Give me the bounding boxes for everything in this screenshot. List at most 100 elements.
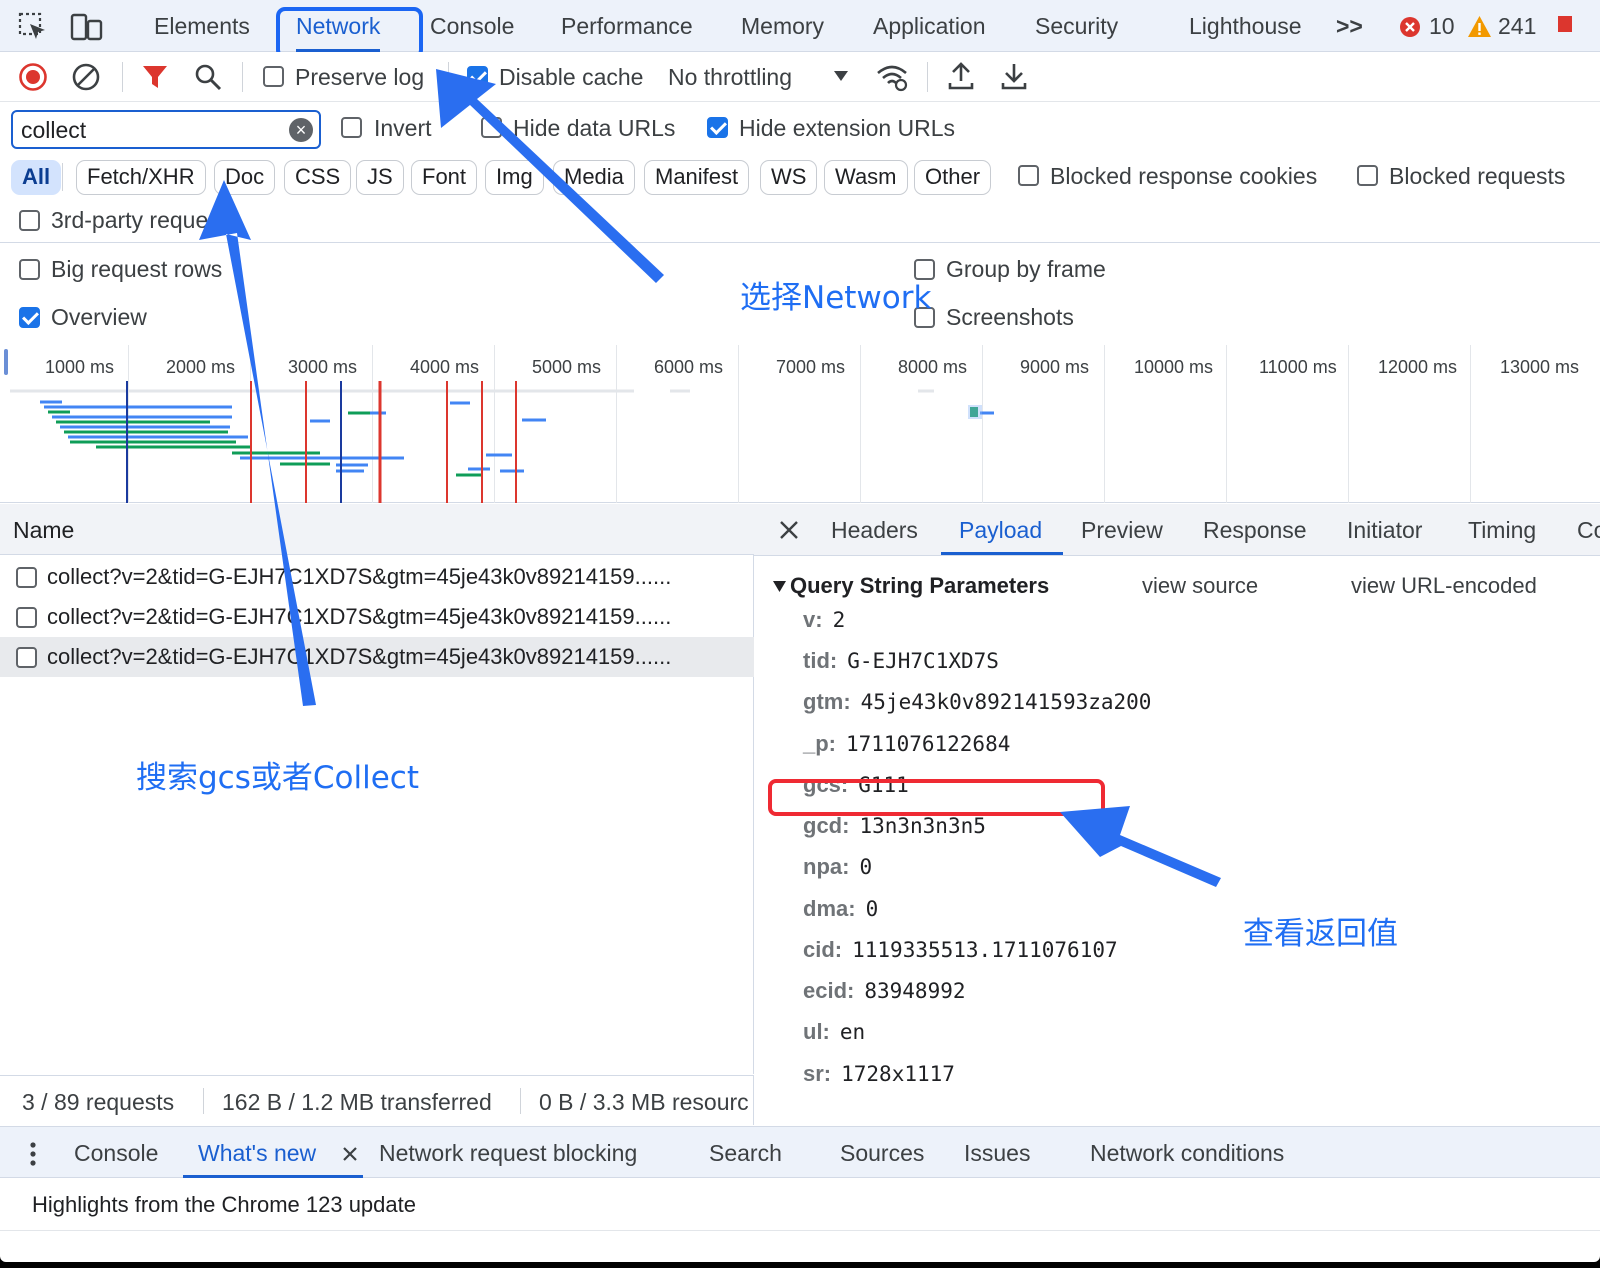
- export-har-icon[interactable]: [1000, 61, 1028, 91]
- request-name[interactable]: collect?v=2&tid=G-EJH7C1XD7S&gtm=45je43k…: [47, 564, 737, 590]
- tab-lighthouse[interactable]: Lighthouse: [1189, 0, 1302, 52]
- view-url-encoded-link[interactable]: view URL-encoded: [1351, 573, 1537, 599]
- warning-count[interactable]: 241: [1498, 0, 1536, 52]
- view-source-link[interactable]: view source: [1142, 573, 1258, 599]
- overview-label[interactable]: Overview: [51, 304, 147, 331]
- issue-flag-icon[interactable]: [1558, 16, 1572, 38]
- table-row[interactable]: collect?v=2&tid=G-EJH7C1XD7S&gtm=45je43k…: [0, 597, 754, 637]
- big-request-rows-checkbox[interactable]: [19, 259, 40, 280]
- close-drawer-tab-icon[interactable]: [342, 1146, 358, 1162]
- blocked-requests-checkbox[interactable]: [1357, 165, 1378, 186]
- tab-memory[interactable]: Memory: [741, 0, 824, 52]
- type-filter-js[interactable]: JS: [356, 160, 404, 195]
- tab-headers[interactable]: Headers: [831, 517, 918, 544]
- drawer-tab-console[interactable]: Console: [74, 1140, 158, 1167]
- row-checkbox[interactable]: [16, 607, 37, 628]
- overview-checkbox[interactable]: [19, 307, 40, 328]
- tab-initiator[interactable]: Initiator: [1347, 517, 1422, 544]
- tab-preview[interactable]: Preview: [1081, 517, 1163, 544]
- tab-elements[interactable]: Elements: [154, 0, 250, 52]
- table-row[interactable]: collect?v=2&tid=G-EJH7C1XD7S&gtm=45je43k…: [0, 637, 754, 677]
- hide-extension-urls-label[interactable]: Hide extension URLs: [739, 115, 955, 142]
- type-filter-wasm[interactable]: Wasm: [824, 160, 908, 195]
- tab-timing[interactable]: Timing: [1468, 517, 1536, 544]
- preserve-log-checkbox[interactable]: [263, 66, 284, 87]
- type-filter-fetch-xhr[interactable]: Fetch/XHR: [76, 160, 206, 195]
- chevron-down-icon[interactable]: [833, 70, 849, 82]
- more-tabs-button[interactable]: >>: [1336, 0, 1363, 52]
- disable-cache-label[interactable]: Disable cache: [499, 64, 643, 91]
- type-filter-media[interactable]: Media: [553, 160, 635, 195]
- drawer-tab-sources[interactable]: Sources: [840, 1140, 924, 1167]
- tab-response[interactable]: Response: [1203, 517, 1307, 544]
- blocked-response-cookies-checkbox[interactable]: [1018, 165, 1039, 186]
- preserve-log-label[interactable]: Preserve log: [295, 64, 424, 91]
- big-request-rows-label[interactable]: Big request rows: [51, 256, 222, 283]
- hide-extension-urls-checkbox[interactable]: [707, 117, 728, 138]
- row-checkbox[interactable]: [16, 567, 37, 588]
- type-filter-css[interactable]: CSS: [284, 160, 352, 195]
- import-har-icon[interactable]: [947, 61, 975, 91]
- row-checkbox[interactable]: [16, 647, 37, 668]
- tab-console[interactable]: Console: [430, 0, 514, 52]
- tab-performance[interactable]: Performance: [561, 0, 693, 52]
- table-row[interactable]: collect?v=2&tid=G-EJH7C1XD7S&gtm=45je43k…: [0, 557, 754, 597]
- tab-payload[interactable]: Payload: [959, 517, 1042, 544]
- clear-filter-icon[interactable]: ×: [289, 118, 313, 142]
- request-name[interactable]: collect?v=2&tid=G-EJH7C1XD7S&gtm=45je43k…: [47, 644, 737, 670]
- warning-icon[interactable]: [1467, 15, 1492, 38]
- screenshots-label[interactable]: Screenshots: [946, 304, 1074, 331]
- type-filter-img[interactable]: Img: [485, 160, 544, 195]
- inspect-element-icon[interactable]: [18, 12, 48, 42]
- invert-checkbox[interactable]: [341, 117, 362, 138]
- drawer-tab-request-blocking[interactable]: Network request blocking: [379, 1140, 637, 1167]
- clear-icon[interactable]: [71, 62, 101, 92]
- close-icon[interactable]: [778, 519, 800, 541]
- device-toolbar-icon[interactable]: [70, 12, 104, 42]
- whats-new-panel: Highlights from the Chrome 123 update: [0, 1179, 1600, 1231]
- type-filter-font[interactable]: Font: [411, 160, 478, 195]
- hide-data-urls-checkbox[interactable]: [481, 117, 502, 138]
- name-column-header[interactable]: Name: [13, 517, 74, 544]
- filter-input[interactable]: collect ×: [11, 110, 321, 149]
- drawer-tab-search[interactable]: Search: [709, 1140, 782, 1167]
- tab-security[interactable]: Security: [1035, 0, 1118, 52]
- invert-label[interactable]: Invert: [374, 115, 432, 142]
- timeline-overview[interactable]: 1000 ms 2000 ms 3000 ms 4000 ms 5000 ms …: [0, 345, 1600, 503]
- resources-size: 0 B / 3.3 MB resources: [539, 1089, 749, 1115]
- query-string-section-title[interactable]: Query String Parameters: [790, 573, 1049, 599]
- more-options-icon[interactable]: [28, 1141, 38, 1167]
- third-party-checkbox[interactable]: [19, 210, 40, 231]
- blocked-requests-label[interactable]: Blocked requests: [1389, 163, 1565, 190]
- error-icon[interactable]: [1399, 16, 1421, 38]
- type-filter-all[interactable]: All: [11, 160, 62, 195]
- filter-icon[interactable]: [141, 63, 169, 91]
- type-filter-manifest[interactable]: Manifest: [644, 160, 750, 195]
- record-stop-icon[interactable]: [18, 62, 48, 92]
- error-count[interactable]: 10: [1429, 0, 1455, 52]
- network-summary-bar: 3 / 89 requests 162 B / 1.2 MB transferr…: [0, 1075, 754, 1125]
- drawer-tab-issues[interactable]: Issues: [964, 1140, 1030, 1167]
- third-party-label[interactable]: 3rd-party requests: [51, 207, 238, 234]
- drawer-tab-network-conditions[interactable]: Network conditions: [1090, 1140, 1284, 1167]
- type-filter-doc[interactable]: Doc: [214, 160, 276, 195]
- network-conditions-icon[interactable]: [875, 62, 909, 92]
- disable-cache-checkbox[interactable]: [467, 66, 488, 87]
- whats-new-headline[interactable]: Highlights from the Chrome 123 update: [32, 1192, 416, 1218]
- filter-input-value[interactable]: collect: [21, 117, 86, 144]
- collapse-triangle-icon[interactable]: [772, 580, 787, 593]
- hide-data-urls-label[interactable]: Hide data URLs: [513, 115, 675, 142]
- type-filter-ws[interactable]: WS: [760, 160, 818, 195]
- group-by-frame-label[interactable]: Group by frame: [946, 256, 1106, 283]
- request-name[interactable]: collect?v=2&tid=G-EJH7C1XD7S&gtm=45je43k…: [47, 604, 737, 630]
- throttling-select[interactable]: No throttling: [668, 64, 792, 91]
- type-filter-other[interactable]: Other: [914, 160, 992, 195]
- drawer-tab-whats-new[interactable]: What's new: [198, 1140, 316, 1167]
- transferred-size: 162 B / 1.2 MB transferred: [222, 1089, 492, 1115]
- tab-cookies[interactable]: Cookies: [1577, 517, 1600, 544]
- blocked-response-cookies-label[interactable]: Blocked response cookies: [1050, 163, 1317, 190]
- annotation-select-network: 选择Network: [740, 280, 932, 316]
- search-icon[interactable]: [193, 62, 223, 92]
- tab-application[interactable]: Application: [873, 0, 986, 52]
- param-v: v: 2: [803, 607, 846, 632]
